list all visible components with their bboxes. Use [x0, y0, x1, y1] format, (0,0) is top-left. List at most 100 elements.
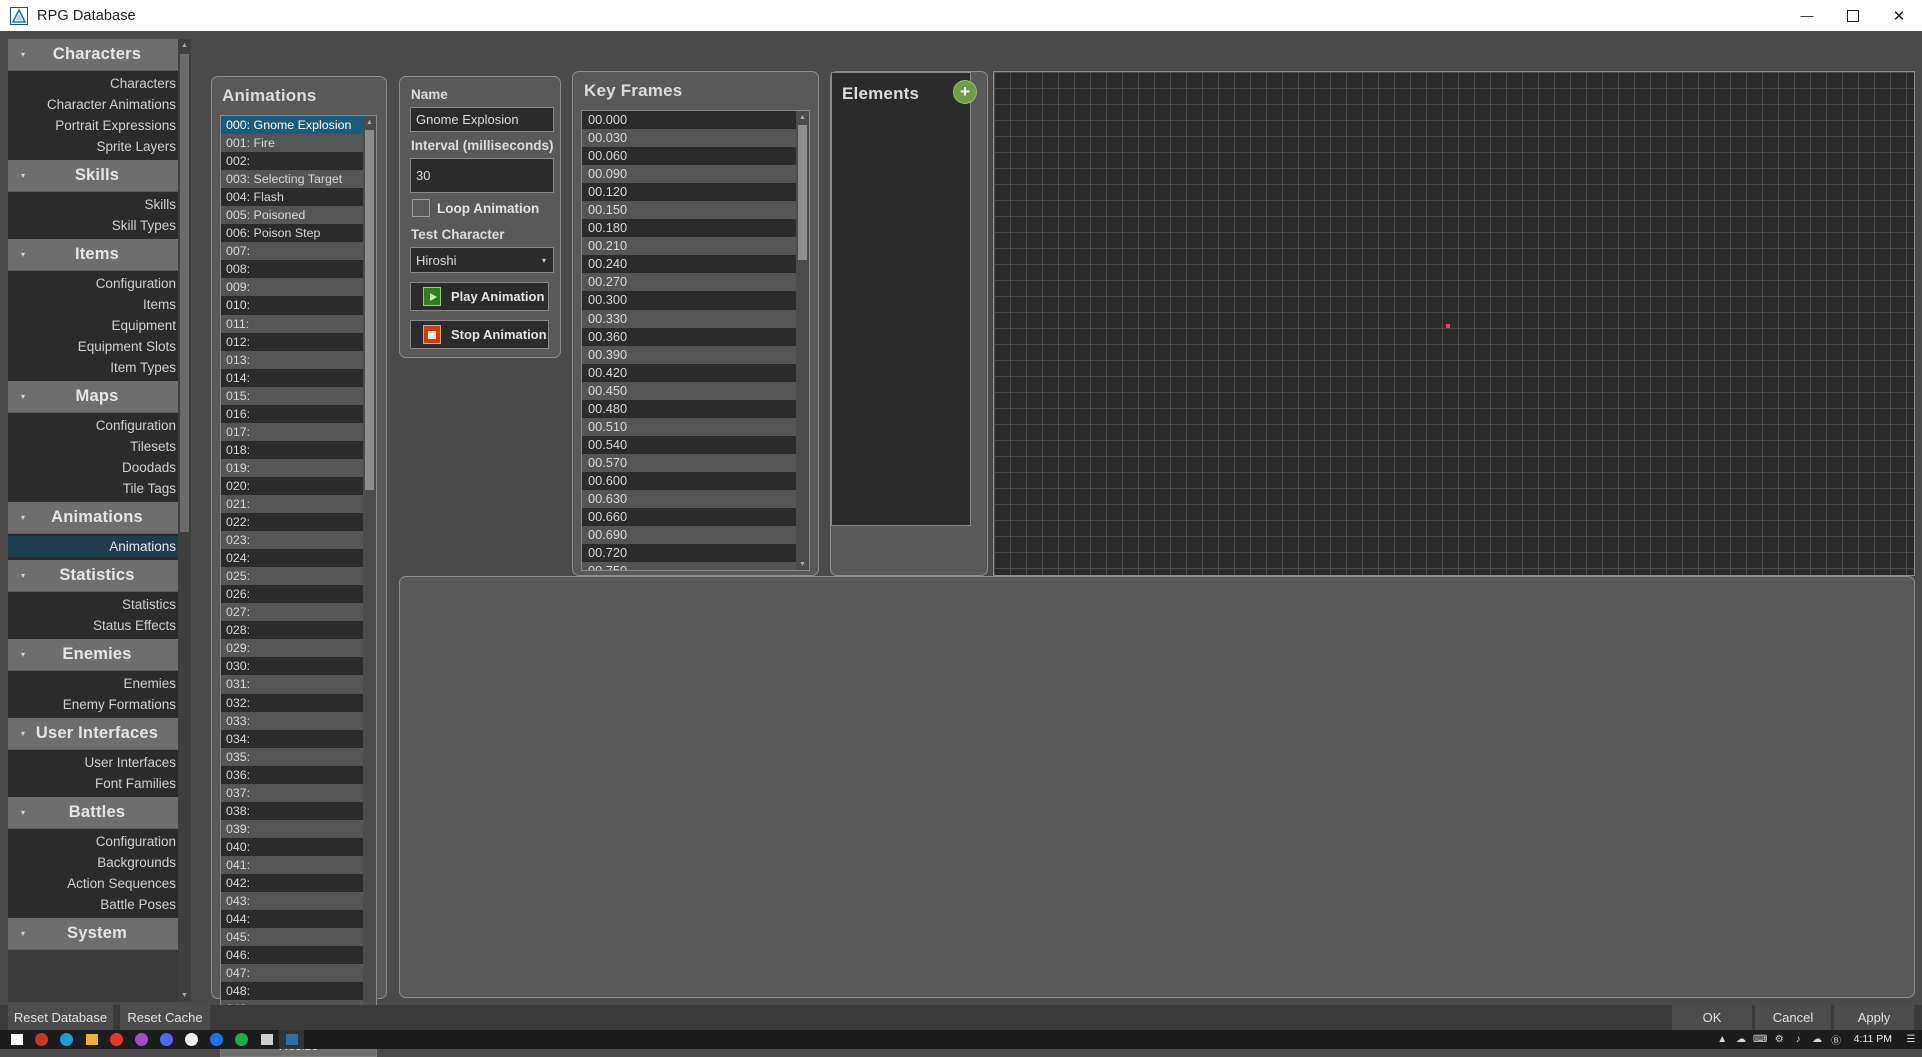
list-item[interactable]: 00.360 — [582, 328, 796, 346]
list-item[interactable]: 048: — [221, 982, 363, 1000]
test-character-select[interactable]: Hiroshi ▾ — [410, 247, 554, 273]
apply-button[interactable]: Apply — [1834, 1005, 1914, 1030]
sidebar-group-user-interfaces[interactable]: ▾ User Interfaces — [8, 718, 186, 750]
sidebar-item-configuration[interactable]: Configuration — [8, 831, 186, 852]
elements-list[interactable] — [831, 72, 971, 526]
add-element-button[interactable]: + — [953, 80, 977, 104]
minimize-button[interactable]: — — [1784, 0, 1830, 31]
sidebar-item-enemy-formations[interactable]: Enemy Formations — [8, 694, 186, 715]
animations-scroll-up-icon[interactable]: ▲ — [363, 116, 376, 128]
sidebar-scrollbar[interactable]: ▲ ▼ — [178, 39, 191, 1002]
list-item[interactable]: 020: — [221, 477, 363, 495]
sidebar-group-skills[interactable]: ▾ Skills — [8, 160, 186, 192]
tray-icon-2[interactable]: ⌨ — [1751, 1034, 1770, 1045]
list-item[interactable]: 006: Poison Step — [221, 224, 363, 242]
stop-animation-button[interactable]: Stop Animation — [410, 320, 549, 349]
tray-icon-4[interactable]: ♪ — [1789, 1034, 1808, 1045]
list-item[interactable]: 00.480 — [582, 400, 796, 418]
sidebar-item-font-families[interactable]: Font Families — [8, 773, 186, 794]
list-item[interactable]: 00.420 — [582, 364, 796, 382]
list-item[interactable]: 025: — [221, 567, 363, 586]
list-item[interactable]: 045: — [221, 928, 363, 947]
sidebar-item-item-types[interactable]: Item Types — [8, 357, 186, 378]
sidebar-scroll-thumb[interactable] — [180, 54, 189, 532]
sidebar-group-maps[interactable]: ▾ Maps — [8, 381, 186, 413]
list-item[interactable]: 00.660 — [582, 508, 796, 526]
list-item[interactable]: 003: Selecting Target — [221, 170, 363, 189]
sidebar-item-skill-types[interactable]: Skill Types — [8, 215, 186, 236]
list-item[interactable]: 012: — [221, 333, 363, 351]
key-frames-list[interactable]: 00.000 00.030 00.060 00.090 00.120 00.150 00.1… — [581, 110, 810, 571]
play-animation-button[interactable]: Play Animation — [410, 282, 549, 311]
list-item[interactable]: 00.060 — [582, 147, 796, 165]
sidebar-group-system[interactable]: ▾ System — [8, 918, 186, 950]
key-frames-list-rows[interactable]: 00.000 00.030 00.060 00.090 00.120 00.150 00.1… — [582, 111, 796, 570]
tray-icon-6[interactable]: Ⓑ — [1827, 1032, 1846, 1047]
list-item[interactable]: 042: — [221, 874, 363, 892]
visual-studio-icon[interactable] — [129, 1030, 154, 1049]
animations-scroll-thumb[interactable] — [365, 130, 374, 490]
sidebar-group-characters[interactable]: ▾ Characters — [8, 39, 186, 71]
list-item[interactable]: 00.300 — [582, 291, 796, 309]
sidebar-item-animations[interactable]: Animations — [8, 536, 186, 557]
list-item[interactable]: 018: — [221, 441, 363, 459]
list-item[interactable]: 024: — [221, 549, 363, 567]
sidebar-group-statistics[interactable]: ▾ Statistics — [8, 560, 186, 592]
list-item[interactable]: 030: — [221, 657, 363, 675]
tray-icon-1[interactable]: ☁ — [1732, 1034, 1751, 1045]
castle-app-icon[interactable] — [29, 1030, 54, 1049]
list-item[interactable]: 00.000 — [582, 111, 796, 129]
list-item[interactable]: 00.390 — [582, 345, 796, 364]
animations-list-scrollbar[interactable]: ▲ ▼ — [363, 116, 376, 1029]
taskbar-clock[interactable]: 4:11 PM — [1846, 1034, 1900, 1045]
rpg-database-icon[interactable] — [279, 1030, 304, 1049]
sidebar-item-statistics[interactable]: Statistics — [8, 594, 186, 615]
chrome-icon[interactable] — [204, 1030, 229, 1049]
sidebar-group-items[interactable]: ▾ Items — [8, 239, 186, 271]
sidebar-item-user-interfaces[interactable]: User Interfaces — [8, 752, 186, 773]
sidebar-item-equipment-slots[interactable]: Equipment Slots — [8, 336, 186, 357]
list-item[interactable]: 022: — [221, 513, 363, 531]
tray-icon-0[interactable]: ▲ — [1713, 1034, 1732, 1045]
sidebar-item-equipment[interactable]: Equipment — [8, 315, 186, 336]
list-item[interactable]: 00.120 — [582, 183, 796, 201]
list-item[interactable]: 00.750 — [582, 562, 796, 570]
list-item[interactable]: 046: — [221, 946, 363, 964]
sidebar-item-sprite-layers[interactable]: Sprite Layers — [8, 136, 186, 157]
list-item[interactable]: 00.600 — [582, 472, 796, 490]
list-item[interactable]: 004: Flash — [221, 188, 363, 206]
notification-center-icon[interactable]: ☰ — [1900, 1034, 1922, 1045]
godot-icon[interactable] — [104, 1030, 129, 1049]
list-item[interactable]: 028: — [221, 621, 363, 639]
list-item[interactable]: 001: Fire — [221, 134, 363, 153]
key-frames-scrollbar[interactable]: ▲ ▼ — [796, 111, 809, 570]
sidebar-item-status-effects[interactable]: Status Effects — [8, 615, 186, 636]
ok-button[interactable]: OK — [1672, 1005, 1752, 1030]
animations-list[interactable]: 000: Gnome Explosion 001: Fire 002: 003: Se… — [220, 115, 377, 1030]
list-item[interactable]: 011: — [221, 314, 363, 333]
close-button[interactable]: ✕ — [1876, 0, 1922, 31]
list-item[interactable]: 00.030 — [582, 129, 796, 148]
list-item[interactable]: 00.240 — [582, 255, 796, 273]
name-input[interactable]: Gnome Explosion — [410, 107, 554, 132]
list-item[interactable]: 002: — [221, 152, 363, 170]
loop-animation-checkbox[interactable] — [412, 199, 430, 217]
list-item[interactable]: 014: — [221, 369, 363, 387]
list-item[interactable]: 033: — [221, 711, 363, 730]
whatsapp-icon[interactable] — [229, 1030, 254, 1049]
list-item[interactable]: 00.720 — [582, 544, 796, 562]
list-item[interactable]: 029: — [221, 639, 363, 658]
list-item[interactable]: 041: — [221, 855, 363, 874]
list-item[interactable]: 017: — [221, 422, 363, 441]
sidebar-item-battle-poses[interactable]: Battle Poses — [8, 894, 186, 915]
list-item[interactable]: 00.510 — [582, 417, 796, 436]
list-item[interactable]: 010: — [221, 296, 363, 314]
sidebar-item-items[interactable]: Items — [8, 294, 186, 315]
animation-preview-canvas[interactable] — [993, 71, 1915, 576]
sidebar-item-tilesets[interactable]: Tilesets — [8, 436, 186, 457]
sidebar-item-backgrounds[interactable]: Backgrounds — [8, 852, 186, 873]
key-frames-scroll-down-icon[interactable]: ▼ — [796, 558, 809, 570]
list-item[interactable]: 043: — [221, 892, 363, 911]
list-item[interactable]: 027: — [221, 603, 363, 622]
maximize-button[interactable] — [1830, 0, 1876, 31]
